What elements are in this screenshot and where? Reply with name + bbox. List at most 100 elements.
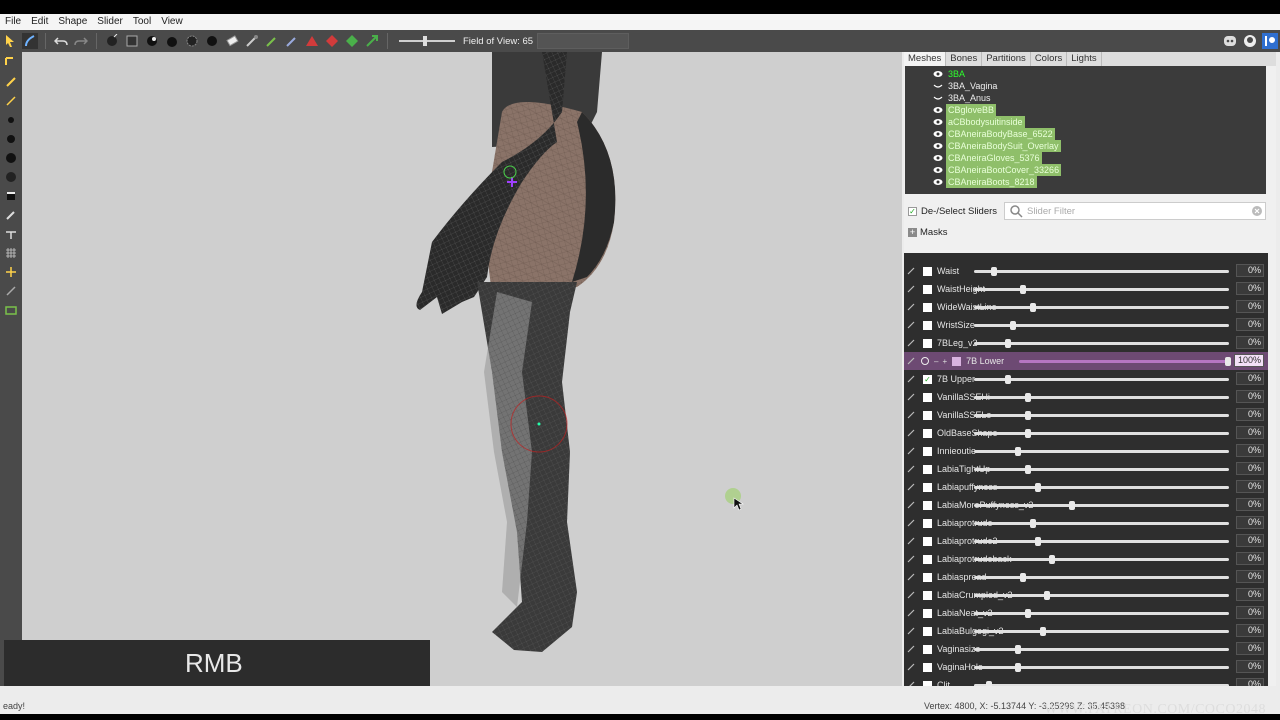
slider-row[interactable]: Labiapuffyness 0% bbox=[904, 478, 1268, 496]
slider-track[interactable] bbox=[974, 612, 1229, 615]
menu-shape[interactable]: Shape bbox=[53, 14, 92, 30]
eyedropper-icon[interactable] bbox=[3, 207, 19, 223]
edit-slider-icon[interactable] bbox=[904, 321, 918, 329]
grid-icon[interactable] bbox=[3, 245, 19, 261]
slider-checkbox[interactable] bbox=[923, 662, 932, 672]
tab-meshes[interactable]: Meshes bbox=[904, 52, 947, 66]
menu-edit[interactable]: Edit bbox=[26, 14, 53, 30]
slider-track[interactable] bbox=[974, 522, 1229, 525]
edit-slider-icon[interactable] bbox=[904, 555, 918, 563]
edit-slider-icon[interactable] bbox=[904, 285, 918, 293]
slider-value-field[interactable]: 0% bbox=[1236, 624, 1264, 637]
menu-tool[interactable]: Tool bbox=[128, 14, 156, 30]
slider-checkbox[interactable] bbox=[923, 464, 932, 474]
edit-slider-icon[interactable] bbox=[904, 411, 918, 419]
slider-track[interactable] bbox=[974, 342, 1229, 345]
menu-file[interactable]: File bbox=[0, 14, 26, 30]
mesh-item[interactable]: 3BA bbox=[933, 68, 967, 80]
edit-slider-icon[interactable] bbox=[904, 339, 918, 347]
slider-row[interactable]: VanillaSSELo 0% bbox=[904, 406, 1268, 424]
edit-slider-icon[interactable] bbox=[904, 591, 918, 599]
slider-handle[interactable] bbox=[1019, 573, 1026, 582]
slider-value-field[interactable]: 0% bbox=[1236, 426, 1264, 439]
slider-handle[interactable] bbox=[1034, 537, 1041, 546]
slider-checkbox[interactable] bbox=[923, 644, 932, 654]
slider-value-field[interactable]: 0% bbox=[1236, 570, 1264, 583]
edit-slider-icon[interactable] bbox=[904, 447, 918, 455]
slider-checkbox[interactable] bbox=[923, 302, 932, 312]
arrows-icon[interactable] bbox=[3, 283, 19, 299]
slider-value-field[interactable]: 0% bbox=[1236, 534, 1264, 547]
eye-icon[interactable] bbox=[933, 105, 943, 115]
tab-lights[interactable]: Lights bbox=[1067, 52, 1102, 66]
slider-checkbox[interactable] bbox=[923, 518, 932, 528]
mirror-icon[interactable] bbox=[3, 264, 19, 280]
discord-icon[interactable] bbox=[1222, 33, 1238, 49]
slider-row[interactable]: Labiaspread 0% bbox=[904, 568, 1268, 586]
slider-row[interactable]: WideWaistLine 0% bbox=[904, 298, 1268, 316]
slider-checkbox[interactable] bbox=[923, 536, 932, 546]
slider-value-field[interactable]: 0% bbox=[1236, 678, 1264, 686]
deselect-sliders-toggle[interactable]: ✓ De-/Select Sliders bbox=[904, 206, 1004, 217]
slider-checkbox[interactable] bbox=[923, 626, 932, 636]
slider-track[interactable] bbox=[974, 504, 1229, 507]
eye-icon[interactable] bbox=[933, 69, 943, 79]
slider-handle[interactable] bbox=[1068, 501, 1075, 510]
select-tool-icon[interactable] bbox=[3, 55, 19, 71]
slider-row[interactable]: LabiaNeat_v2 0% bbox=[904, 604, 1268, 622]
slider-row[interactable]: – + 7B Lower 100% bbox=[904, 352, 1268, 370]
slider-row[interactable]: Labiaprotrude 0% bbox=[904, 514, 1268, 532]
slider-handle[interactable] bbox=[990, 267, 997, 276]
edit-slider-icon[interactable] bbox=[904, 303, 918, 311]
slider-handle[interactable] bbox=[1024, 411, 1031, 420]
slider-track[interactable] bbox=[974, 666, 1229, 669]
slider-handle[interactable] bbox=[1039, 627, 1046, 636]
slider-row[interactable]: LabiaMorePuffyness_v20% bbox=[904, 496, 1268, 514]
slider-value-field[interactable]: 0% bbox=[1236, 390, 1264, 403]
undo-icon[interactable] bbox=[53, 33, 69, 49]
slider-value-field[interactable]: 0% bbox=[1236, 300, 1264, 313]
slider-track[interactable] bbox=[974, 378, 1229, 381]
slider-value-field[interactable]: 0% bbox=[1236, 444, 1264, 457]
mesh-item[interactable]: 3BA_Anus bbox=[933, 92, 993, 104]
brush-icon[interactable] bbox=[22, 33, 38, 49]
mesh-item[interactable]: aCBbodysuitinside bbox=[933, 116, 1025, 128]
slider-row[interactable]: Innieoutie 0% bbox=[904, 442, 1268, 460]
dot-xlarge-icon[interactable] bbox=[3, 169, 19, 185]
mesh-item[interactable]: CBAneiraBootCover_33266 bbox=[933, 164, 1062, 176]
eye-icon[interactable] bbox=[933, 153, 943, 163]
slider-checkbox[interactable] bbox=[952, 356, 962, 366]
slider-value-field[interactable]: 0% bbox=[1236, 282, 1264, 295]
slider-track[interactable] bbox=[974, 630, 1229, 633]
mesh-item[interactable]: CBAneiraBodySuit_Overlay bbox=[933, 140, 1061, 152]
slider-handle[interactable] bbox=[1049, 555, 1056, 564]
eye-icon[interactable] bbox=[933, 129, 943, 139]
dot-medium-icon[interactable] bbox=[3, 131, 19, 147]
slider-row[interactable]: 7BLeg_v2 0% bbox=[904, 334, 1268, 352]
slider-checkbox[interactable] bbox=[923, 320, 932, 330]
xform-icon[interactable] bbox=[284, 33, 300, 49]
edit-slider-icon[interactable] bbox=[904, 501, 918, 509]
slider-handle[interactable] bbox=[1024, 465, 1031, 474]
move-brush-icon[interactable] bbox=[144, 33, 160, 49]
slider-value-field[interactable]: 0% bbox=[1236, 336, 1264, 349]
slider-value-field[interactable]: 0% bbox=[1236, 264, 1264, 277]
eraser-icon[interactable] bbox=[224, 33, 240, 49]
brush-tool-icon[interactable] bbox=[3, 93, 19, 109]
slider-value-field[interactable]: 0% bbox=[1236, 552, 1264, 565]
slider-checkbox[interactable] bbox=[923, 680, 932, 686]
slider-row[interactable]: Waist 0% bbox=[904, 262, 1268, 280]
slider-track[interactable] bbox=[974, 414, 1229, 417]
edit-slider-icon[interactable] bbox=[904, 357, 918, 365]
slider-row[interactable]: WristSize 0% bbox=[904, 316, 1268, 334]
edit-slider-icon[interactable] bbox=[904, 681, 918, 686]
eye-icon[interactable] bbox=[933, 141, 943, 151]
slider-checkbox[interactable] bbox=[923, 572, 932, 582]
slider-track[interactable] bbox=[974, 468, 1229, 471]
slider-checkbox[interactable] bbox=[923, 500, 932, 510]
slider-handle[interactable] bbox=[1044, 591, 1051, 600]
slider-row[interactable]: VanillaSSEHi 0% bbox=[904, 388, 1268, 406]
slider-value-field[interactable]: 0% bbox=[1236, 642, 1264, 655]
slider-row[interactable]: OldBaseShape 0% bbox=[904, 424, 1268, 442]
edit-slider-icon[interactable] bbox=[904, 519, 918, 527]
